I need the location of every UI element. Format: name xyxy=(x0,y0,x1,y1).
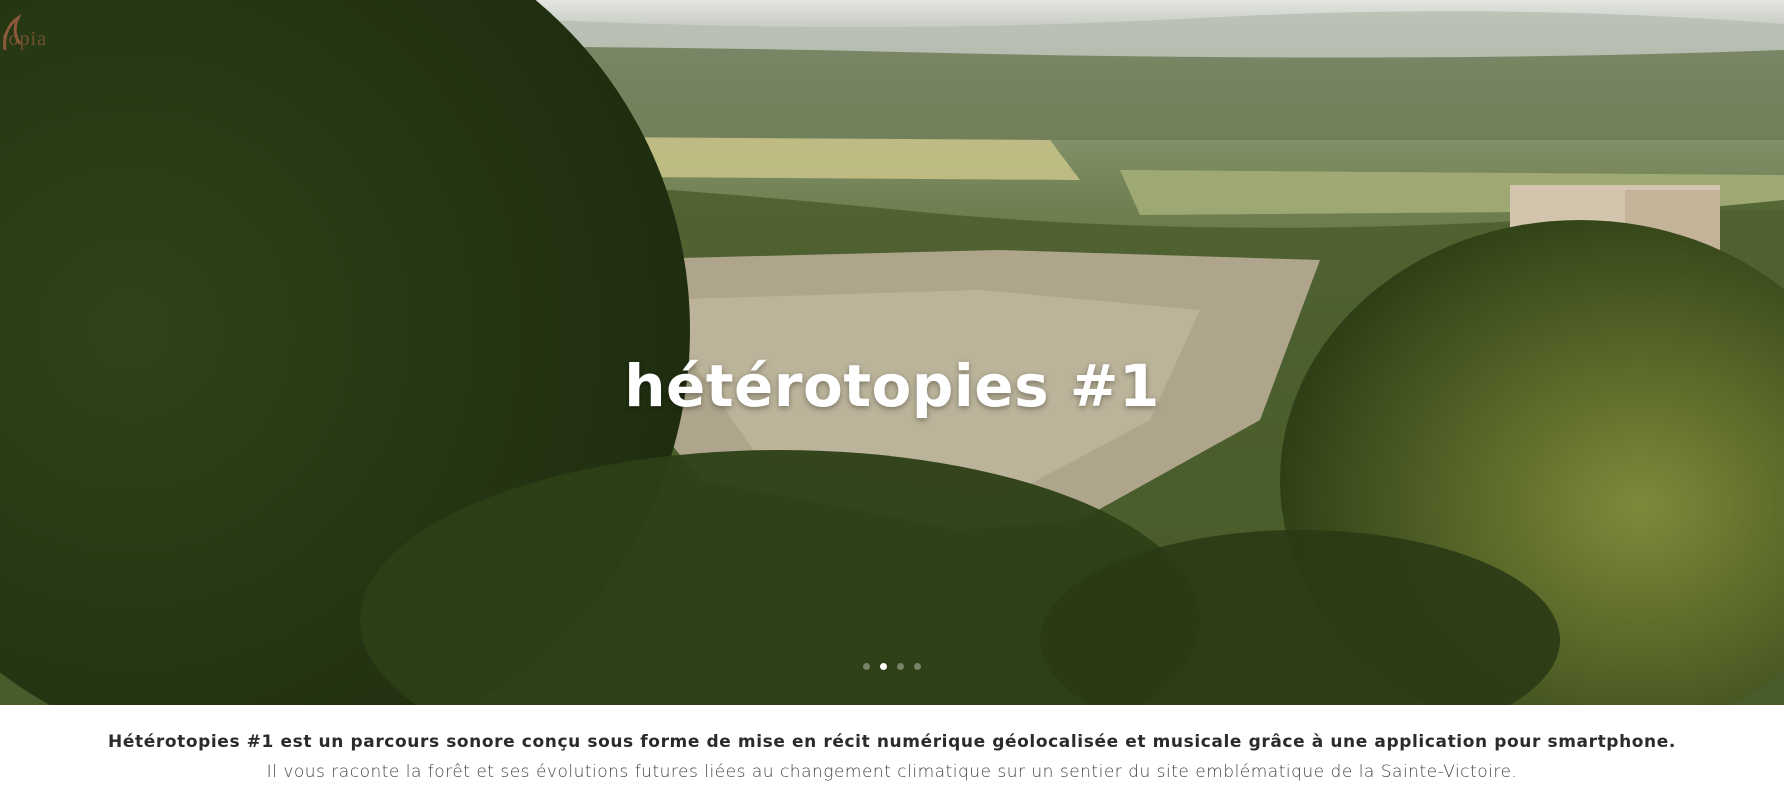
intro-sub: Il vous raconte la forêt et ses évolutio… xyxy=(266,762,1518,782)
carousel-indicators xyxy=(0,663,1784,670)
intro-lead: Hétérotopies #1 est un parcours sonore c… xyxy=(108,732,1676,752)
carousel-dot-4[interactable] xyxy=(914,663,921,670)
intro-section: Hétérotopies #1 est un parcours sonore c… xyxy=(0,705,1784,803)
hero-title: hétérotopies #1 xyxy=(624,352,1160,420)
site-logo[interactable]: topia xyxy=(2,14,47,51)
carousel-dot-2[interactable] xyxy=(880,663,887,670)
carousel-dot-1[interactable] xyxy=(863,663,870,670)
hero-banner: topia hétérotopies #1 xyxy=(0,0,1784,705)
carousel-dot-3[interactable] xyxy=(897,663,904,670)
logo-text: topia xyxy=(2,28,47,50)
